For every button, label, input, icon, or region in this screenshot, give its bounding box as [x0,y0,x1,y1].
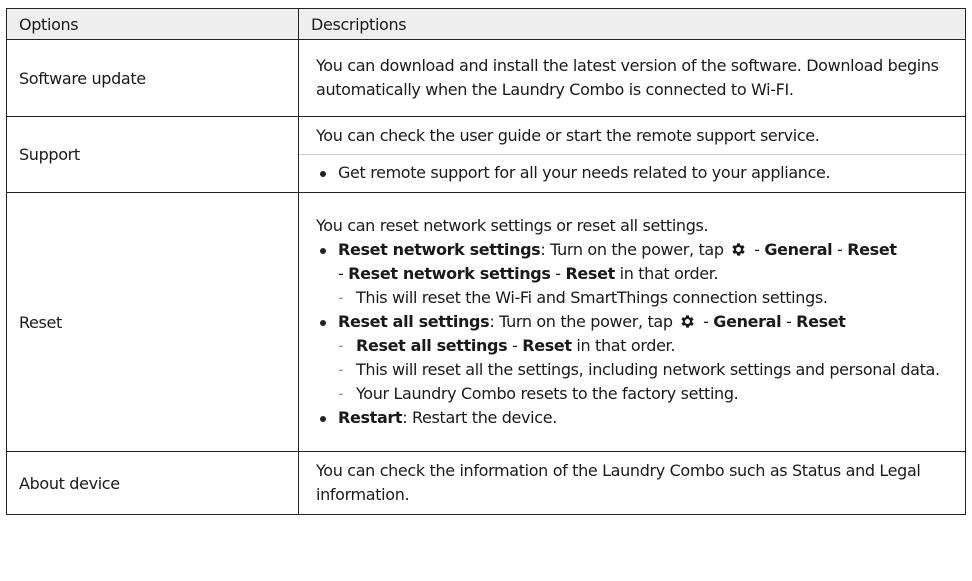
description-support: You can check the user guide or start th… [298,116,966,193]
bullet-continuation: - Reset network settings - Reset in that… [338,264,719,283]
description-text: You can reset network settings or reset … [316,216,709,235]
divider [299,154,965,155]
gear-icon [681,315,695,328]
sub-item: This will reset the Wi-Fi and SmartThing… [316,286,955,310]
description-text: You can download and install the latest … [316,56,939,99]
table-header-row: Options Descriptions [6,8,966,40]
description-text: You can check the user guide or start th… [316,126,820,145]
sub-item: Your Laundry Combo resets to the factory… [316,382,955,406]
option-support: Support [6,116,299,193]
sub-item: Reset all settings - Reset in that order… [316,334,955,358]
bullet-item-reset-all: Reset all settings: Turn on the power, t… [316,310,955,334]
bold-term: Reset all settings [338,312,490,331]
sub-item: This will reset all the settings, includ… [316,358,955,382]
description-software-update: You can download and install the latest … [298,39,966,117]
bullet-item-reset-network: Reset network settings: Turn on the powe… [316,238,955,262]
options-table: Options Descriptions Software update You… [6,8,966,515]
gear-icon [732,243,746,256]
header-options: Options [6,8,299,40]
bold-term: Reset network settings [338,240,541,259]
description-text: You can check the information of the Lau… [316,461,921,504]
option-about-device: About device [6,451,299,515]
bullet-item: Get remote support for all your needs re… [316,161,955,185]
description-about-device: You can check the information of the Lau… [298,451,966,515]
bullet-item-restart: Restart: Restart the device. [316,406,955,430]
table-row: Support You can check the user guide or … [6,116,966,193]
option-software-update: Software update [6,39,299,117]
table-row: About device You can check the informati… [6,451,966,515]
table-row: Software update You can download and ins… [6,39,966,117]
description-reset: You can reset network settings or reset … [298,192,966,452]
bold-term: Restart [338,408,403,427]
option-reset: Reset [6,192,299,452]
header-descriptions: Descriptions [298,8,966,40]
table-row: Reset You can reset network settings or … [6,192,966,452]
